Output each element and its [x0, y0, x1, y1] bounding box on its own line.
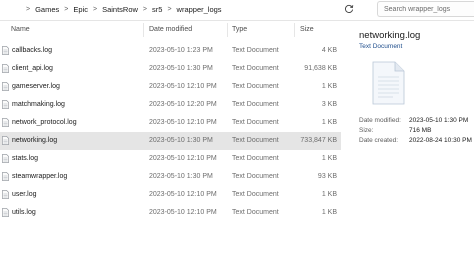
text-document-icon — [2, 100, 9, 109]
column-header-type[interactable]: Type — [232, 26, 247, 33]
file-row[interactable]: callbacks.log 2023-05-10 1:23 PM Text Docu… — [0, 42, 341, 60]
column-header-size[interactable]: Size — [300, 26, 314, 33]
text-document-icon — [2, 154, 9, 163]
file-row[interactable]: user.log 2023-05-10 12:10 PM Text Document… — [0, 186, 341, 204]
file-size: 1 KB — [321, 155, 337, 162]
file-date-modified: 2023-05-10 12:10 PM — [149, 155, 217, 162]
text-document-icon — [2, 46, 9, 55]
chevron-right-icon[interactable]: > — [64, 6, 68, 13]
chevron-right-icon[interactable]: > — [143, 6, 147, 13]
breadcrumb-item[interactable]: sr5 — [152, 5, 162, 14]
file-type: Text Document — [232, 119, 279, 126]
file-explorer-window: > Games > Epic > SaintsRow > sr5 > wrapp… — [0, 0, 474, 260]
file-rows: callbacks.log 2023-05-10 1:23 PM Text Docu… — [0, 42, 345, 222]
column-divider[interactable] — [227, 23, 228, 37]
file-type: Text Document — [232, 137, 279, 144]
file-row[interactable]: networking.log 2023-05-10 1:30 PM Text Doc… — [0, 132, 341, 150]
meta-label: Date created: — [359, 137, 399, 144]
file-type: Text Document — [232, 65, 279, 72]
file-type: Text Document — [232, 191, 279, 198]
refresh-icon[interactable] — [342, 2, 356, 16]
meta-value: 716 MB — [409, 127, 432, 134]
file-size: 1 KB — [321, 209, 337, 216]
file-size: 3 KB — [321, 101, 337, 108]
chevron-right-icon[interactable]: > — [167, 6, 171, 13]
file-size: 1 KB — [321, 83, 337, 90]
text-document-icon — [2, 118, 9, 127]
meta-label: Size: — [359, 127, 374, 134]
breadcrumb-item[interactable]: SaintsRow — [102, 5, 138, 14]
search-box[interactable] — [377, 1, 474, 17]
file-name: network_protocol.log — [12, 119, 77, 126]
file-size: 1 KB — [321, 191, 337, 198]
text-document-icon — [2, 190, 9, 199]
breadcrumb-item-current[interactable]: wrapper_logs — [177, 5, 222, 14]
file-type: Text Document — [232, 83, 279, 90]
file-name: utils.log — [12, 209, 36, 216]
text-document-icon — [2, 172, 9, 181]
meta-label: Date modified: — [359, 117, 401, 124]
breadcrumb-item[interactable]: Games — [35, 5, 59, 14]
text-document-icon — [2, 64, 9, 73]
column-header-date[interactable]: Date modified — [149, 26, 192, 33]
column-divider[interactable] — [294, 23, 295, 37]
file-name: callbacks.log — [12, 47, 53, 54]
file-name: client_api.log — [12, 65, 53, 72]
details-pane: networking.log Text Document Date modifi… — [350, 21, 474, 260]
preview-type: Text Document — [359, 43, 403, 50]
meta-value: 2022-08-24 10:30 PM — [409, 137, 472, 144]
file-type: Text Document — [232, 173, 279, 180]
file-date-modified: 2023-05-10 12:10 PM — [149, 191, 217, 198]
file-date-modified: 2023-05-10 1:30 PM — [149, 173, 213, 180]
file-name: user.log — [12, 191, 37, 198]
file-size: 91,638 KB — [304, 65, 337, 72]
file-name: stats.log — [12, 155, 39, 162]
column-header-name[interactable]: Name — [11, 26, 30, 33]
chevron-right-icon[interactable]: > — [26, 6, 30, 13]
file-size: 1 KB — [321, 119, 337, 126]
file-type: Text Document — [232, 47, 279, 54]
file-row[interactable]: utils.log 2023-05-10 12:10 PM Text Documen… — [0, 204, 341, 222]
file-name: gameserver.log — [12, 83, 60, 90]
preview-title: networking.log — [359, 30, 421, 41]
file-row[interactable]: gameserver.log 2023-05-10 12:10 PM Text Do… — [0, 78, 341, 96]
file-date-modified: 2023-05-10 1:30 PM — [149, 65, 213, 72]
search-input[interactable] — [384, 5, 474, 13]
file-row[interactable]: steamwrapper.log 2023-05-10 1:30 PM Text D… — [0, 168, 341, 186]
file-row[interactable]: stats.log 2023-05-10 12:10 PM Text Documen… — [0, 150, 341, 168]
meta-date-modified: Date modified: 2023-05-10 1:30 PM — [359, 117, 468, 124]
file-size: 4 KB — [321, 47, 337, 54]
text-document-icon — [371, 61, 405, 105]
column-header-row: Name Date modified Type Size — [0, 21, 345, 39]
file-date-modified: 2023-05-10 12:10 PM — [149, 83, 217, 90]
text-document-icon — [2, 208, 9, 217]
file-row[interactable]: matchmaking.log 2023-05-10 12:20 PM Text D… — [0, 96, 341, 114]
file-name: steamwrapper.log — [12, 173, 68, 180]
meta-size: Size: 716 MB — [359, 127, 431, 134]
file-date-modified: 2023-05-10 12:20 PM — [149, 101, 217, 108]
chevron-right-icon[interactable]: > — [93, 6, 97, 13]
file-name: matchmaking.log — [12, 101, 65, 108]
file-row[interactable]: client_api.log 2023-05-10 1:30 PM Text Doc… — [0, 60, 341, 78]
meta-value: 2023-05-10 1:30 PM — [409, 117, 469, 124]
file-name: networking.log — [12, 137, 58, 144]
address-bar: > Games > Epic > SaintsRow > sr5 > wrapp… — [0, 0, 474, 21]
file-type: Text Document — [232, 101, 279, 108]
breadcrumb[interactable]: > Games > Epic > SaintsRow > sr5 > wrapp… — [0, 0, 342, 18]
file-date-modified: 2023-05-10 12:10 PM — [149, 119, 217, 126]
text-document-icon — [2, 136, 9, 145]
file-row[interactable]: network_protocol.log 2023-05-10 12:10 PM T… — [0, 114, 341, 132]
file-type: Text Document — [232, 155, 279, 162]
file-size: 733,847 KB — [300, 137, 337, 144]
file-date-modified: 2023-05-10 1:30 PM — [149, 137, 213, 144]
file-size: 93 KB — [317, 173, 337, 180]
breadcrumb-item[interactable]: Epic — [73, 5, 88, 14]
file-date-modified: 2023-05-10 12:10 PM — [149, 209, 217, 216]
meta-date-created: Date created: 2022-08-24 10:30 PM — [359, 137, 472, 144]
column-divider[interactable] — [143, 23, 144, 37]
file-date-modified: 2023-05-10 1:23 PM — [149, 47, 213, 54]
text-document-icon — [2, 82, 9, 91]
file-list: Name Date modified Type Size callbacks.l… — [0, 21, 345, 260]
file-type: Text Document — [232, 209, 279, 216]
